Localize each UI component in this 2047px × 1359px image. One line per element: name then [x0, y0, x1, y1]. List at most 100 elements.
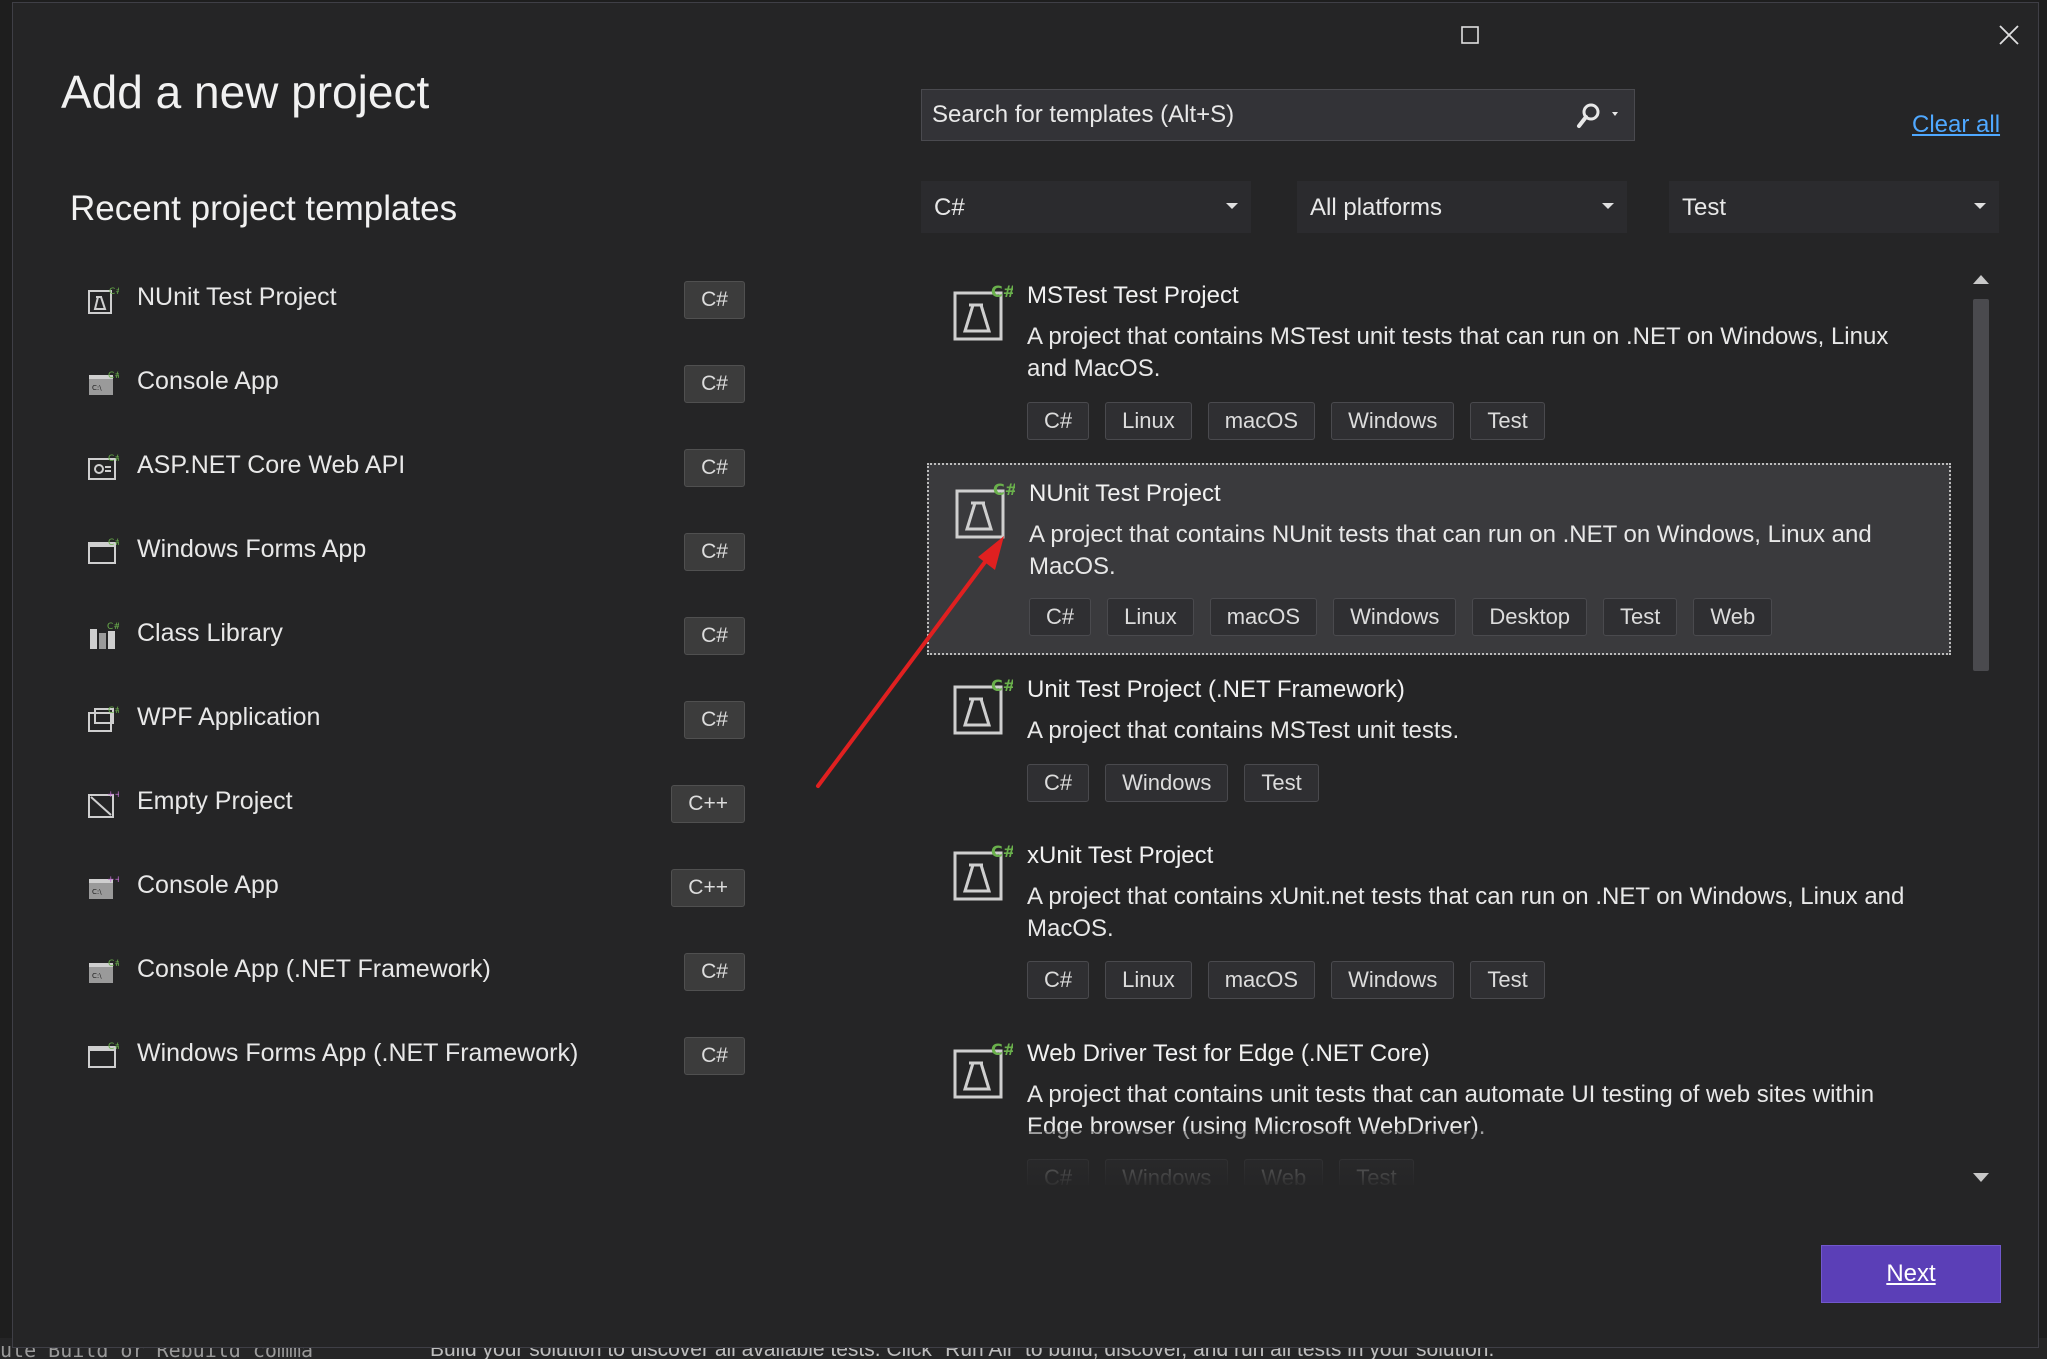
template-description: A project that contains xUnit.net tests … [1027, 883, 1905, 942]
template-description: A project that contains MSTest unit test… [1027, 323, 1889, 382]
template-name: MSTest Test Project [1027, 282, 1239, 309]
svg-text:C#: C# [108, 371, 119, 381]
svg-text:C#: C# [991, 677, 1013, 695]
tag: Test [1470, 961, 1545, 999]
maximize-icon [1461, 26, 1479, 44]
template-card-xunit[interactable]: C# xUnit Test Project A project that con… [927, 827, 1951, 1019]
template-card-mstest[interactable]: C# MSTest Test Project A project that co… [927, 267, 1951, 459]
template-description: A project that contains NUnit tests that… [1029, 521, 1872, 580]
template-name: xUnit Test Project [1027, 842, 1214, 869]
template-search-input[interactable] [922, 90, 1542, 140]
recent-item-nunit-test-project[interactable]: C# NUnit Test Project C# [73, 271, 745, 331]
recent-item-wpf-application[interactable]: C# WPF Application C# [73, 691, 745, 751]
test-project-icon: C# [953, 677, 1013, 735]
tag: Test [1244, 764, 1319, 802]
recent-item-empty-project[interactable]: ++ Empty Project C++ [73, 775, 745, 835]
recent-item-console-app-net-framework[interactable]: C:\ C# Console App (.NET Framework) C# [73, 943, 745, 1003]
add-new-project-dialog: Add a new project Recent project templat… [12, 2, 2039, 1348]
language-filter-value: C# [934, 194, 965, 221]
tag: Linux [1105, 402, 1192, 440]
search-options-button[interactable] [1576, 102, 1626, 130]
template-name: NUnit Test Project [1029, 480, 1221, 507]
search-icon [1577, 103, 1618, 128]
tag: Windows [1331, 402, 1455, 440]
tag: Windows [1331, 961, 1455, 999]
tag: macOS [1207, 961, 1316, 999]
recent-item-label: Windows Forms App (.NET Framework) [137, 1039, 579, 1067]
test-project-icon: C# [953, 1041, 1013, 1099]
close-button[interactable] [1986, 15, 2032, 55]
tag: macOS [1207, 402, 1316, 440]
dialog-title: Add a new project [61, 66, 430, 118]
svg-text:C#: C# [991, 283, 1013, 301]
tag: C# [1027, 764, 1090, 802]
template-card-unit-test-net-framework[interactable]: C# Unit Test Project (.NET Framework) A … [927, 661, 1951, 821]
platform-filter-dropdown[interactable]: All platforms [1297, 181, 1627, 233]
tag: Desktop [1472, 598, 1588, 636]
project-type-filter-value: Test [1682, 194, 1727, 221]
template-search-box [921, 89, 1635, 141]
recent-item-windows-forms-app[interactable]: C# Windows Forms App C# [73, 523, 745, 583]
language-badge: C# [684, 281, 745, 319]
recent-item-label: WPF Application [137, 703, 321, 731]
chevron-down-icon [1974, 203, 1986, 209]
test-project-icon: C# [955, 481, 1015, 539]
recent-item-aspnet-core-web-api[interactable]: C# ASP.NET Core Web API C# [73, 439, 745, 499]
recent-item-label: Console App [137, 871, 279, 899]
next-button[interactable]: Next [1821, 1245, 2001, 1303]
svg-text:C#: C# [108, 706, 119, 716]
recent-item-console-app-cpp[interactable]: C:\ ++ Console App C++ [73, 859, 745, 919]
template-card-nunit[interactable]: C# NUnit Test Project A project that con… [927, 463, 1951, 655]
console-app-icon: C:\ C# [89, 371, 119, 395]
svg-text:C#: C# [108, 454, 119, 464]
test-project-icon: C# [88, 287, 119, 314]
template-name: Unit Test Project (.NET Framework) [1027, 676, 1405, 703]
tag: C# [1027, 961, 1090, 999]
class-library-icon: C# [90, 622, 119, 649]
results-scrollbar[interactable] [1969, 267, 1993, 1187]
scroll-down-arrow-icon[interactable] [1973, 1173, 1989, 1182]
language-filter-dropdown[interactable]: C# [921, 181, 1251, 233]
tag: C# [1027, 1159, 1090, 1185]
svg-text:C:\: C:\ [92, 384, 102, 392]
svg-text:C#: C# [108, 959, 119, 969]
scroll-up-arrow-icon[interactable] [1973, 275, 1989, 284]
svg-text:C:\: C:\ [92, 972, 102, 980]
template-tags: C# Linux macOS Windows Test [1027, 961, 1545, 999]
svg-text:C#: C# [991, 843, 1013, 861]
language-badge: C# [684, 953, 745, 991]
scroll-thumb[interactable] [1973, 299, 1989, 671]
tag: Windows [1105, 764, 1229, 802]
svg-text:C#: C# [991, 1041, 1013, 1059]
console-app-icon: C:\ C# [89, 959, 119, 983]
close-icon [1999, 25, 2019, 45]
template-description: A project that contains MSTest unit test… [1027, 717, 1460, 744]
language-badge: C# [684, 617, 745, 655]
clear-all-link[interactable]: Clear all [1912, 111, 2000, 139]
tag: Web [1693, 598, 1773, 636]
tag: Test [1470, 402, 1545, 440]
language-badge: C# [684, 533, 745, 571]
window-form-icon: C# [88, 538, 119, 564]
svg-text:C#: C# [108, 1042, 119, 1052]
maximize-button[interactable] [1447, 15, 1493, 55]
tag: Web [1244, 1159, 1324, 1185]
recent-item-windows-forms-app-net-framework[interactable]: C# Windows Forms App (.NET Framework) C# [73, 1027, 745, 1087]
recent-item-label: Empty Project [137, 787, 293, 815]
test-project-icon: C# [953, 283, 1013, 341]
tag: Test [1339, 1159, 1414, 1185]
recent-item-console-app[interactable]: C:\ C# Console App C# [73, 355, 745, 415]
empty-project-icon: ++ [88, 790, 119, 818]
tag: Windows [1333, 598, 1457, 636]
recent-item-label: Windows Forms App [137, 535, 367, 563]
language-badge: C++ [671, 869, 745, 907]
language-badge: C# [684, 365, 745, 403]
template-tags: C# Linux macOS Windows Desktop Test Web [1029, 598, 1773, 636]
language-badge: C++ [671, 785, 745, 823]
template-card-web-driver-edge[interactable]: C# Web Driver Test for Edge (.NET Core) … [927, 1025, 1951, 1185]
recent-item-label: Console App (.NET Framework) [137, 955, 491, 983]
web-api-icon: C# [88, 454, 119, 480]
project-type-filter-dropdown[interactable]: Test [1669, 181, 1999, 233]
recent-templates-heading: Recent project templates [70, 189, 458, 228]
recent-item-class-library[interactable]: C# Class Library C# [73, 607, 745, 667]
